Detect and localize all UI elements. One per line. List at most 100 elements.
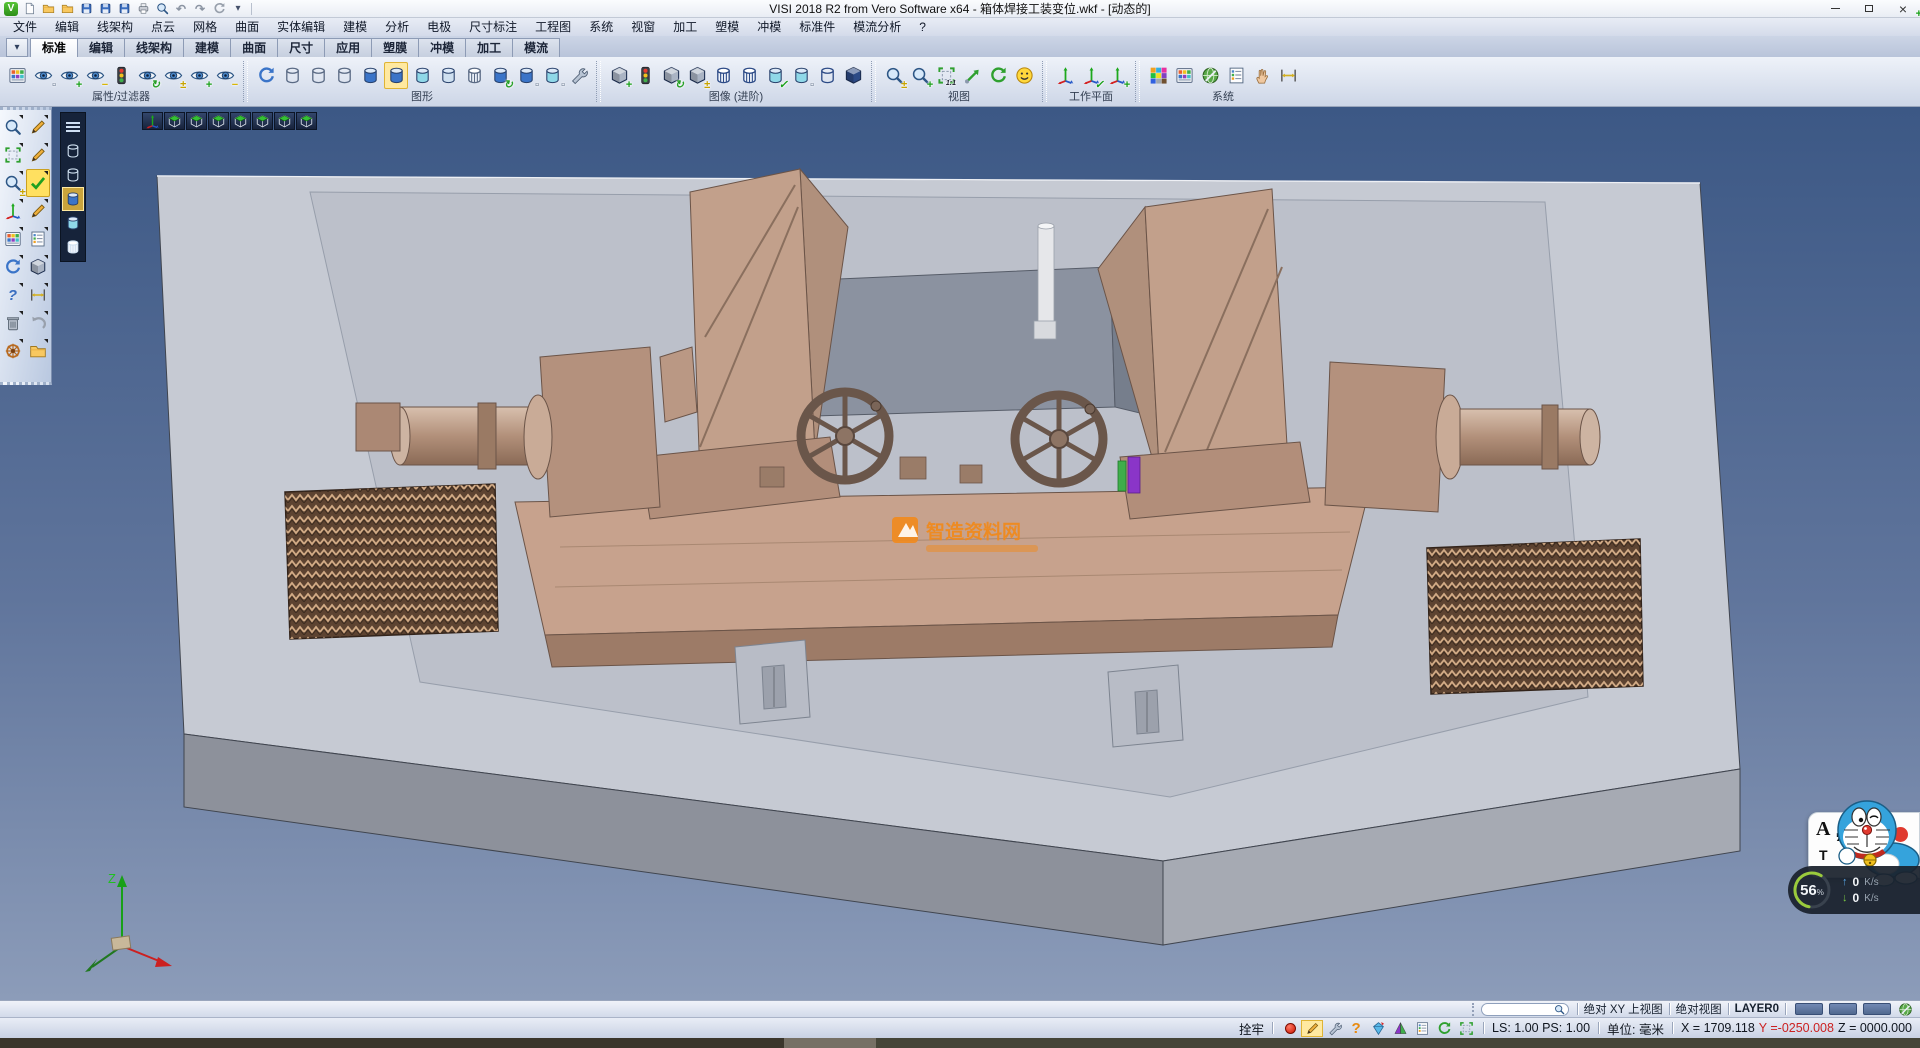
tab-dropdown-button[interactable] xyxy=(6,38,28,57)
validate-icon[interactable] xyxy=(26,169,50,197)
show-entities-icon[interactable] xyxy=(57,62,81,89)
wireframe-mode-icon[interactable] xyxy=(62,139,84,163)
copy-graphics-icon[interactable] xyxy=(514,62,538,89)
save-icon[interactable] xyxy=(78,1,94,17)
session-history-icon[interactable] xyxy=(211,1,227,17)
visibility-traffic-icon[interactable] xyxy=(109,62,133,89)
view-front-icon[interactable] xyxy=(186,112,207,130)
tab-wireframe[interactable]: 线架构 xyxy=(124,38,184,57)
wcs-axis-icon[interactable] xyxy=(1,197,25,225)
measure-icon[interactable] xyxy=(26,281,50,309)
menu-modeling[interactable]: 建模 xyxy=(334,18,376,36)
qat-dropdown-icon[interactable] xyxy=(230,1,246,17)
absolute-view-label[interactable]: 绝对视图 xyxy=(1676,1001,1722,1017)
view-bottom-icon[interactable] xyxy=(274,112,295,130)
insert-file-icon[interactable] xyxy=(59,1,75,17)
menu-file[interactable]: 文件 xyxy=(4,18,46,36)
graphics-settings-icon[interactable] xyxy=(566,62,590,89)
shaded-edges-icon[interactable] xyxy=(384,62,408,89)
refresh-visibility-icon[interactable] xyxy=(135,62,159,89)
ghost-mode-icon[interactable] xyxy=(62,211,84,235)
view-back-icon[interactable] xyxy=(252,112,273,130)
print-icon[interactable] xyxy=(135,1,151,17)
layer-list-icon[interactable] xyxy=(1411,1020,1433,1037)
tab-edit[interactable]: 编辑 xyxy=(77,38,125,57)
save-as-icon[interactable] xyxy=(97,1,113,17)
menu-surface[interactable]: 曲面 xyxy=(226,18,268,36)
rotate-view-icon[interactable] xyxy=(986,62,1010,89)
save-all-icon[interactable] xyxy=(116,1,132,17)
print-preview-icon[interactable] xyxy=(154,1,170,17)
tab-machining[interactable]: 加工 xyxy=(465,38,513,57)
view-iso-icon[interactable] xyxy=(296,112,317,130)
menu-help[interactable]: ? xyxy=(910,18,935,36)
hide-all-icon[interactable] xyxy=(213,62,237,89)
lock-label[interactable]: 拴牢 xyxy=(1237,1019,1266,1038)
system-config-icon[interactable] xyxy=(1198,62,1222,89)
image-folder-icon[interactable] xyxy=(26,337,50,365)
tab-standard[interactable]: 标准 xyxy=(30,38,78,57)
redo-icon[interactable] xyxy=(192,1,208,17)
zoom-extents-icon[interactable] xyxy=(882,62,906,89)
undo-icon[interactable] xyxy=(173,1,189,17)
selection-filter-icon[interactable] xyxy=(1250,62,1274,89)
solid-view-icon[interactable] xyxy=(26,253,50,281)
erase-sketch-icon[interactable] xyxy=(26,113,50,141)
workplane-align-icon[interactable] xyxy=(1105,62,1129,89)
hidden-line-icon[interactable] xyxy=(306,62,330,89)
help-icon[interactable]: ? xyxy=(1,281,25,309)
validated-solid-icon[interactable] xyxy=(763,62,787,89)
menu-flow-analysis[interactable]: 模流分析 xyxy=(844,18,910,36)
menu-wireframe[interactable]: 线架构 xyxy=(88,18,142,36)
menu-electrode[interactable]: 电极 xyxy=(418,18,460,36)
menu-mould[interactable]: 塑模 xyxy=(706,18,748,36)
striped-mode-icon[interactable] xyxy=(62,235,84,259)
workplane-entity-icon[interactable] xyxy=(1079,62,1103,89)
globe-status-icon[interactable] xyxy=(1894,1001,1916,1018)
dashed-hidden-icon[interactable] xyxy=(332,62,356,89)
view-axis-icon[interactable] xyxy=(142,112,163,130)
graphics-clipboard-icon[interactable] xyxy=(540,62,564,89)
tab-flow[interactable]: 模流 xyxy=(512,38,560,57)
shaded-mode-icon[interactable] xyxy=(62,187,84,211)
adv-toggle-icon[interactable] xyxy=(685,62,709,89)
open-file-icon[interactable] xyxy=(40,1,56,17)
active-layer-label[interactable]: LAYER0 xyxy=(1735,1003,1779,1015)
3d-viewport[interactable]: 智造资料网 Z xyxy=(0,107,1920,1000)
view-mode-label[interactable]: 绝对 XY 上视图 xyxy=(1584,1001,1663,1017)
maximize-button[interactable] xyxy=(1852,0,1886,18)
auto-rotate-icon[interactable] xyxy=(1433,1020,1455,1037)
copy-solid-icon[interactable] xyxy=(789,62,813,89)
adv-show-icon[interactable] xyxy=(607,62,631,89)
show-all-icon[interactable] xyxy=(187,62,211,89)
tab-modeling[interactable]: 建模 xyxy=(183,38,231,57)
right-grip-plate[interactable] xyxy=(1427,539,1643,694)
view-left-icon[interactable] xyxy=(208,112,229,130)
view-toolbar-button-1[interactable] xyxy=(1795,1003,1823,1015)
menu-machining[interactable]: 加工 xyxy=(664,18,706,36)
net-speed-widget[interactable]: A , T xyxy=(1788,800,1920,920)
sketch-edit-icon[interactable] xyxy=(26,141,50,169)
menu-solid-edit[interactable]: 实体编辑 xyxy=(268,18,334,36)
new-file-icon[interactable] xyxy=(21,1,37,17)
window-select-icon[interactable] xyxy=(1,141,25,169)
menu-mesh[interactable]: 网格 xyxy=(184,18,226,36)
menu-standard-parts[interactable]: 标准件 xyxy=(790,18,844,36)
striped-cylinder-alt-icon[interactable] xyxy=(737,62,761,89)
workplane-icon[interactable] xyxy=(1053,62,1077,89)
chisel-icon[interactable] xyxy=(1323,1020,1345,1037)
snap-gem-icon[interactable] xyxy=(1367,1020,1389,1037)
adv-traffic-icon[interactable] xyxy=(633,62,657,89)
hide-entities-icon[interactable] xyxy=(83,62,107,89)
menu-window[interactable]: 视窗 xyxy=(622,18,664,36)
menu-analysis[interactable]: 分析 xyxy=(376,18,418,36)
menu-drafting[interactable]: 工程图 xyxy=(526,18,580,36)
wireframe-icon[interactable] xyxy=(280,62,304,89)
view-top-icon[interactable] xyxy=(164,112,185,130)
flat-shaded-icon[interactable] xyxy=(436,62,460,89)
window-config-icon[interactable] xyxy=(1224,62,1248,89)
grid-settings-icon[interactable] xyxy=(1276,62,1300,89)
regen-graphics-icon[interactable] xyxy=(254,62,278,89)
workplane-grid-icon[interactable] xyxy=(1455,1020,1477,1037)
page-visibility-icon[interactable] xyxy=(31,62,55,89)
